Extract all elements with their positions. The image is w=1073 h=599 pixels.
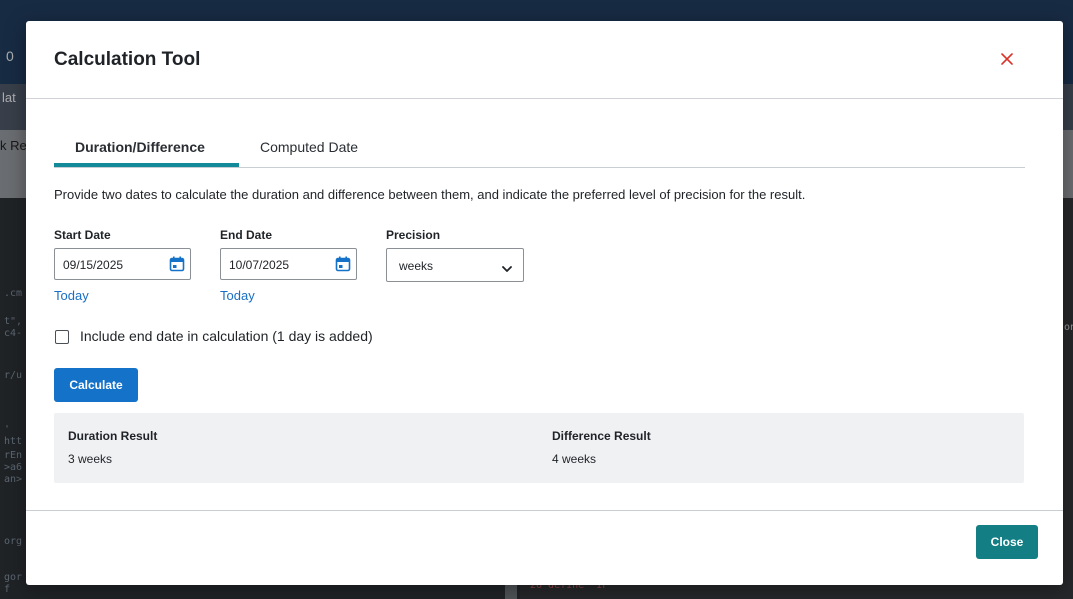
close-icon[interactable] (998, 50, 1016, 68)
close-button[interactable]: Close (976, 525, 1038, 559)
start-date-input[interactable]: 09/15/2025 (54, 248, 191, 280)
end-date-today-link[interactable]: Today (220, 288, 255, 303)
duration-result-label: Duration Result (68, 429, 158, 443)
tab-bar: Duration/Difference Computed Date (54, 129, 1025, 168)
tab-duration-difference[interactable]: Duration/Difference (75, 139, 205, 155)
difference-result-value: 4 weeks (552, 452, 597, 466)
difference-result-label: Difference Result (552, 429, 651, 443)
end-date-label: End Date (220, 228, 273, 242)
end-date-value: 10/07/2025 (229, 258, 290, 272)
start-date-label: Start Date (54, 228, 111, 242)
footer-divider (26, 510, 1063, 511)
duration-result-value: 3 weeks (68, 452, 113, 466)
calendar-icon[interactable] (169, 256, 185, 272)
modal-header: Calculation Tool (26, 21, 1063, 99)
chevron-down-icon (501, 261, 513, 272)
precision-select[interactable]: weeks (386, 248, 524, 282)
calculation-tool-dialog: Calculation Tool Duration/Difference Com… (26, 21, 1063, 585)
results-panel: Duration Result 3 weeks Difference Resul… (54, 413, 1024, 483)
active-tab-indicator (54, 163, 239, 167)
precision-label: Precision (386, 228, 441, 242)
calendar-icon[interactable] (335, 256, 351, 272)
modal-title: Calculation Tool (54, 49, 201, 70)
start-date-today-link[interactable]: Today (54, 288, 89, 303)
tab-computed-date[interactable]: Computed Date (260, 139, 358, 155)
end-date-input[interactable]: 10/07/2025 (220, 248, 357, 280)
calculate-button[interactable]: Calculate (54, 368, 138, 402)
precision-value: weeks (399, 259, 434, 273)
include-end-date-checkbox[interactable] (55, 330, 69, 344)
start-date-value: 09/15/2025 (63, 258, 124, 272)
include-end-date-label[interactable]: Include end date in calculation (1 day i… (80, 328, 373, 344)
description-text: Provide two dates to calculate the durat… (54, 187, 806, 202)
